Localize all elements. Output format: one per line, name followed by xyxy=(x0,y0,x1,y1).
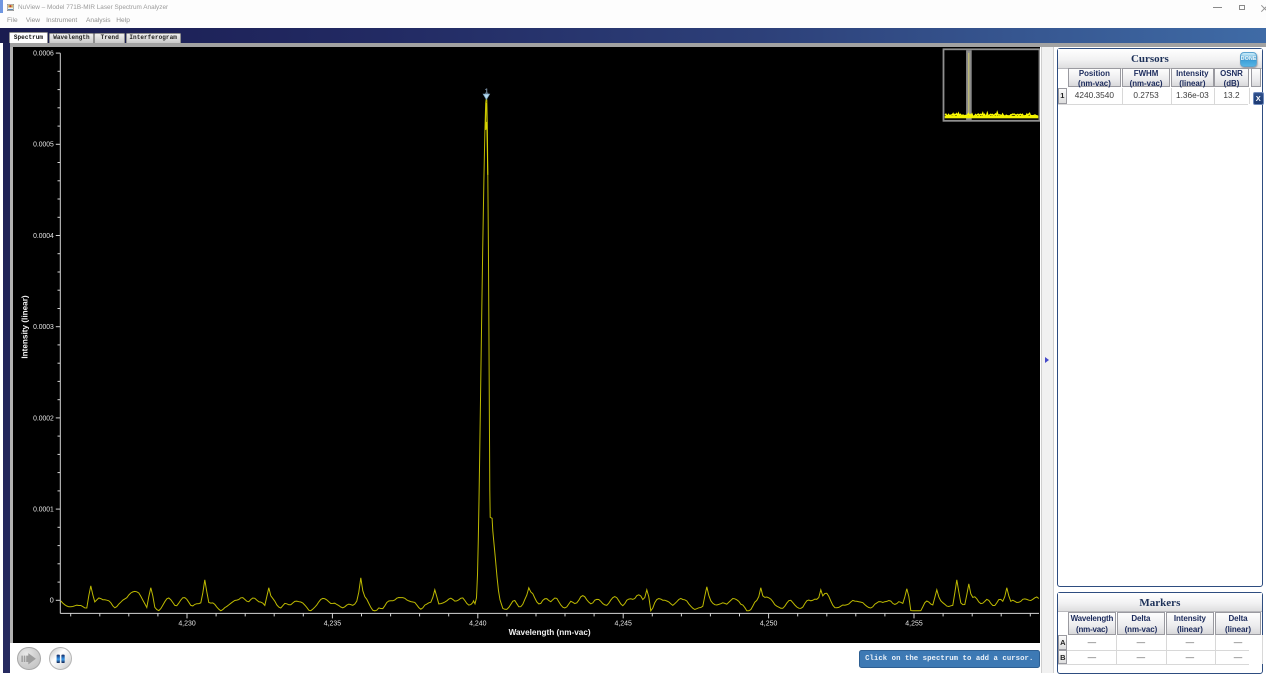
svg-text:0.0002: 0.0002 xyxy=(33,413,54,422)
svg-text:4,250: 4,250 xyxy=(759,619,776,628)
svg-text:0.0005: 0.0005 xyxy=(33,140,54,149)
svg-text:4,240: 4,240 xyxy=(469,619,486,628)
svg-text:4,255: 4,255 xyxy=(905,619,922,628)
svg-text:Wavelength (nm-vac): Wavelength (nm-vac) xyxy=(508,628,590,637)
svg-text:0: 0 xyxy=(49,596,53,605)
svg-text:Intensity (linear): Intensity (linear) xyxy=(20,295,29,359)
svg-text:4,230: 4,230 xyxy=(178,619,195,628)
svg-text:1: 1 xyxy=(484,89,488,96)
svg-text:0.0001: 0.0001 xyxy=(33,505,54,514)
svg-text:4,235: 4,235 xyxy=(323,619,340,628)
svg-text:0.0004: 0.0004 xyxy=(33,231,54,240)
svg-text:0.0003: 0.0003 xyxy=(33,322,54,331)
svg-text:0.0006: 0.0006 xyxy=(33,49,54,58)
svg-text:4,245: 4,245 xyxy=(614,619,631,628)
